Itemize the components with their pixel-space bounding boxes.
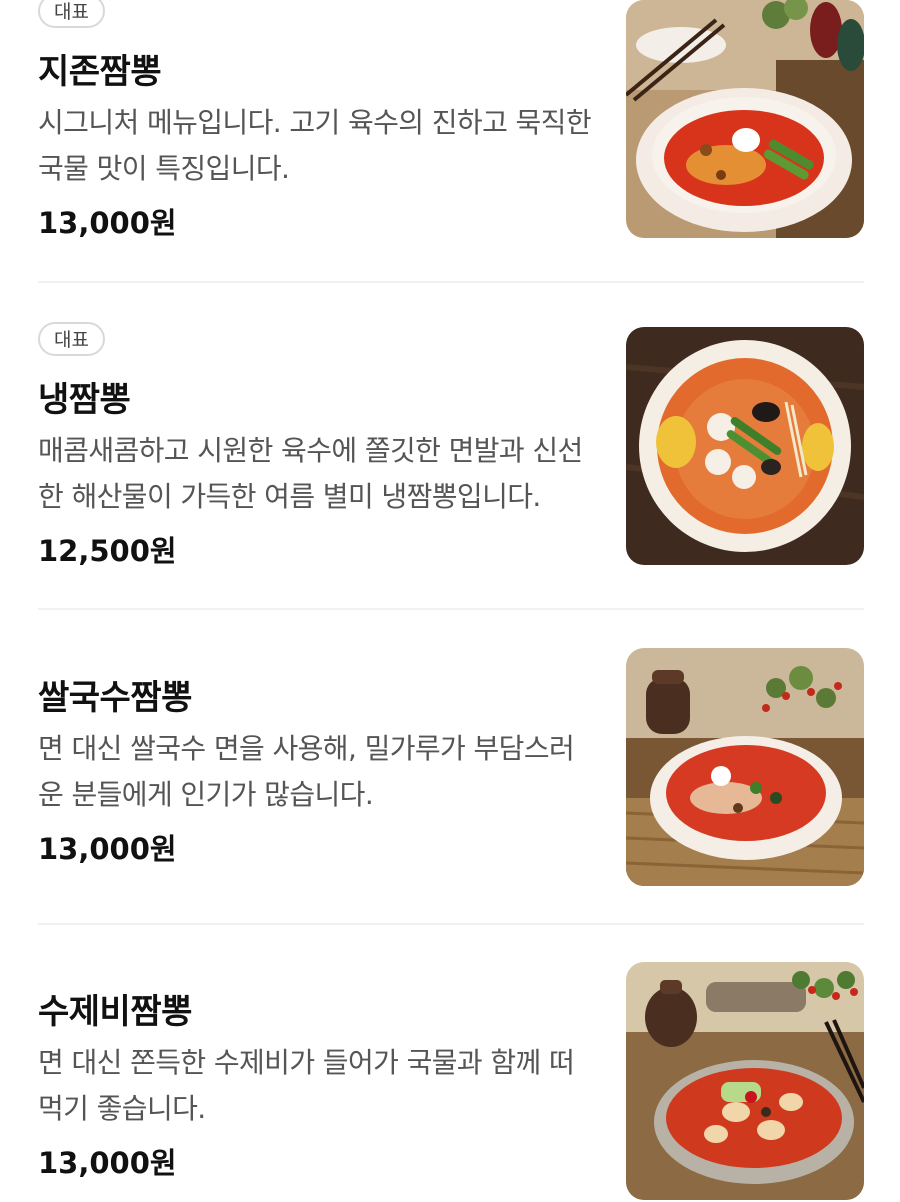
divider	[38, 923, 864, 925]
signature-badge: 대표	[38, 0, 105, 28]
sujebi-jjamppong-photo	[626, 962, 864, 1200]
cold-jjamppong-bowl-photo	[626, 327, 864, 565]
rice-noodle-jjamppong-photo	[626, 648, 864, 886]
menu-item-sujebi-jjamppong[interactable]: 수제비짬뽕 면 대신 쫀득한 수제비가 들어가 국물과 함께 떠먹기 좋습니다.…	[38, 962, 864, 1202]
menu-item-price: 13,000원	[38, 1146, 177, 1180]
menu-item-description: 매콤새콤하고 시원한 육수에 쫄깃한 면발과 신선한 해산물이 가득한 여름 별…	[38, 434, 583, 513]
menu-item-description: 면 대신 쫀득한 수제비가 들어가 국물과 함께 떠먹기 좋습니다.	[38, 1046, 575, 1125]
signature-badge: 대표	[38, 322, 105, 356]
jjamppong-bowl-photo	[626, 0, 864, 238]
menu-item-price: 13,000원	[38, 206, 177, 240]
menu-item-image	[626, 962, 864, 1200]
menu-item-name: 냉짬뽕	[38, 380, 131, 420]
menu-item-name: 쌀국수짬뽕	[38, 678, 192, 718]
divider	[38, 608, 864, 610]
menu-list: 대표 지존짬뽕 시그니처 메뉴입니다. 고기 육수의 진하고 묵직한 국물 맛이…	[0, 0, 900, 1200]
menu-item-image	[626, 327, 864, 565]
menu-item-image	[626, 0, 864, 238]
menu-item-jijon-jjamppong[interactable]: 대표 지존짬뽕 시그니처 메뉴입니다. 고기 육수의 진하고 묵직한 국물 맛이…	[38, 0, 864, 240]
menu-item-name: 지존짬뽕	[38, 52, 162, 92]
menu-item-description: 면 대신 쌀국수 면을 사용해, 밀가루가 부담스러운 분들에게 인기가 많습니…	[38, 732, 575, 811]
menu-item-image	[626, 648, 864, 886]
menu-item-ssalguksu-jjamppong[interactable]: 쌀국수짬뽕 면 대신 쌀국수 면을 사용해, 밀가루가 부담스러운 분들에게 인…	[38, 646, 864, 886]
menu-item-price: 12,500원	[38, 534, 177, 568]
menu-item-name: 수제비짬뽕	[38, 992, 192, 1032]
menu-item-description: 시그니처 메뉴입니다. 고기 육수의 진하고 묵직한 국물 맛이 특징입니다.	[38, 106, 592, 185]
menu-item-naeng-jjamppong[interactable]: 대표 냉짬뽕 매콤새콤하고 시원한 육수에 쫄깃한 면발과 신선한 해산물이 가…	[38, 322, 864, 568]
menu-item-price: 13,000원	[38, 832, 177, 866]
divider	[38, 281, 864, 283]
